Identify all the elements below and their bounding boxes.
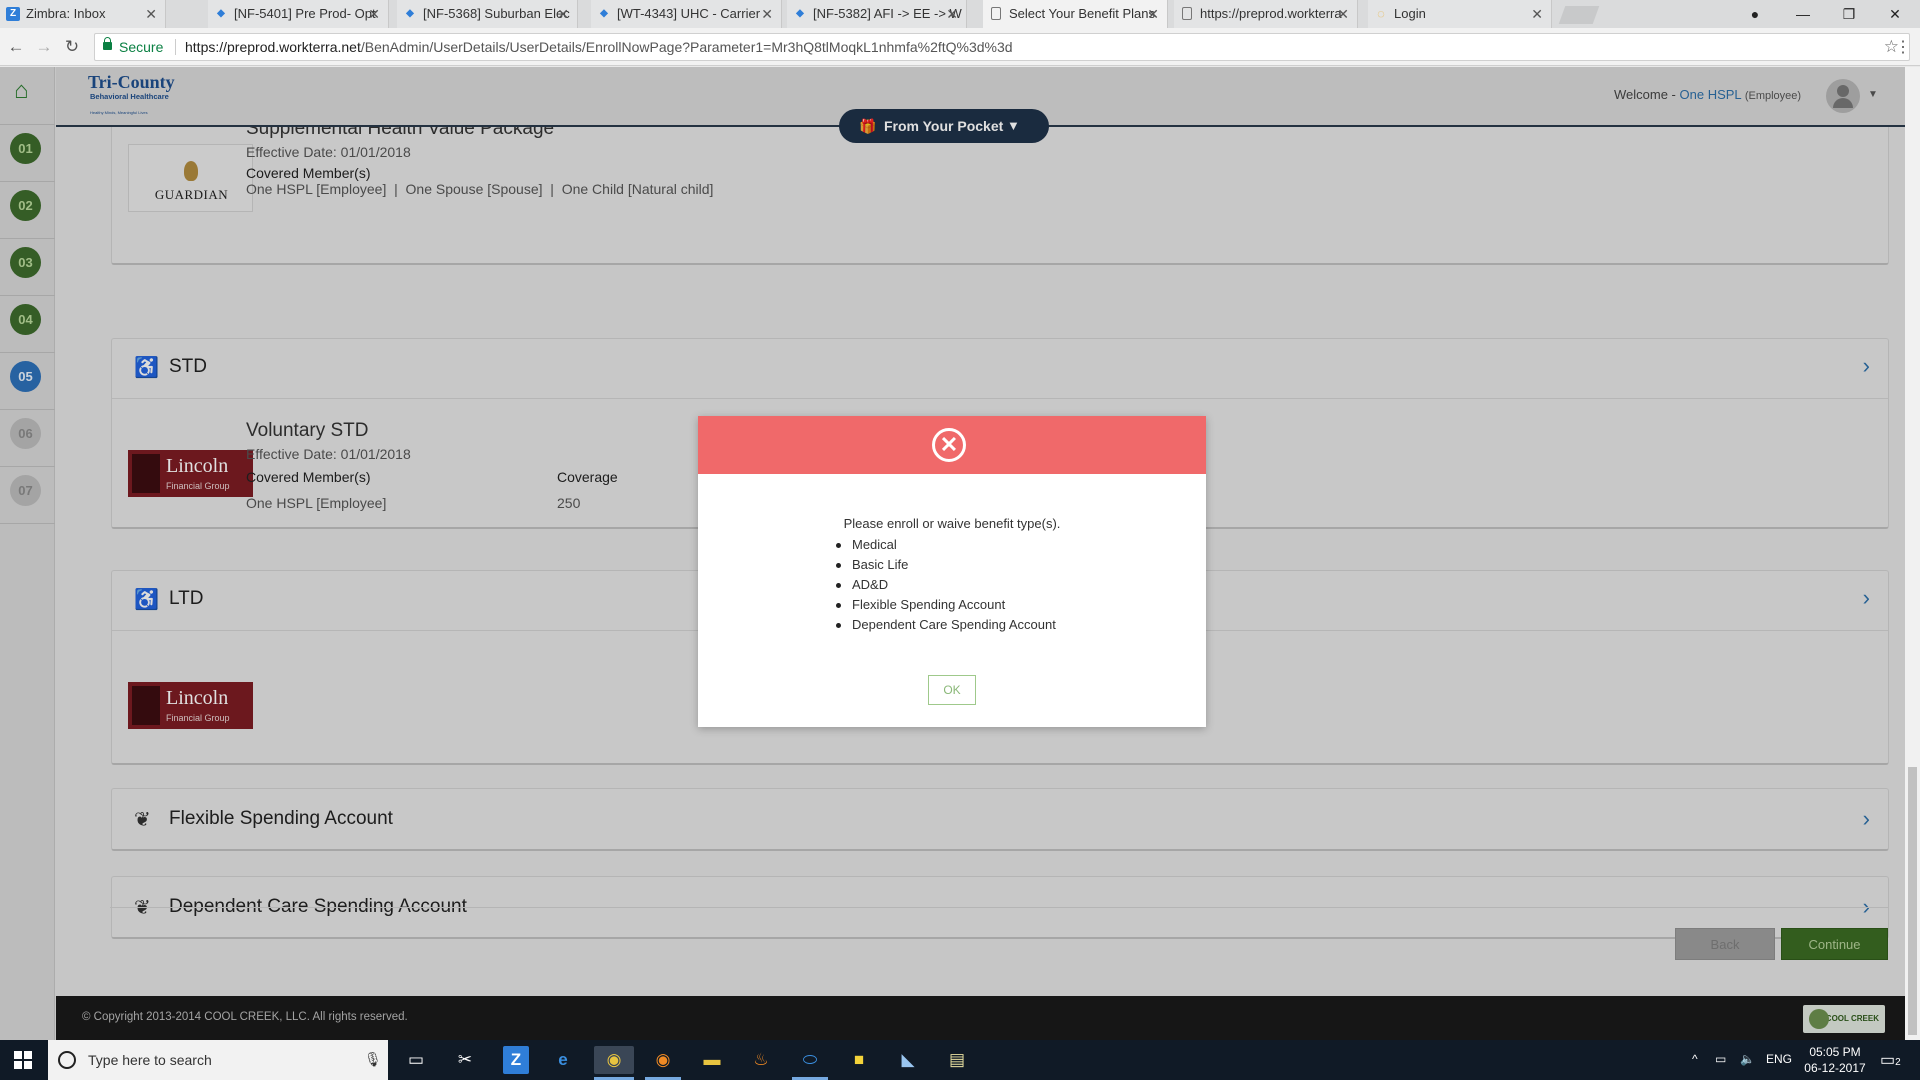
notification-count: 2 [1895,1057,1901,1068]
close-icon[interactable]: ✕ [946,0,958,28]
firefox-icon[interactable]: ◉ [643,1046,683,1074]
minimize-button[interactable]: — [1780,0,1826,28]
url-host: https://preprod.workterra.net [185,39,361,55]
list-item: Flexible Spending Account [836,595,1056,615]
reload-icon[interactable]: ↻ [62,37,82,57]
file-explorer-icon[interactable]: ▬ [692,1046,732,1074]
zimbra-app-icon[interactable]: Z [503,1046,529,1074]
search-placeholder: Type here to search [88,1052,212,1068]
tab-title: [NF-5401] Pre Prod- Opt [234,6,376,21]
clock-time: 05:05 PM [1809,1045,1861,1059]
browser-tab[interactable]: https://preprod.workterra ✕ [1174,0,1358,28]
taskbar-search-input[interactable]: Type here to search 🎙 [48,1040,388,1080]
browser-tab-strip: Z Zimbra: Inbox ✕ ◆ [NF-5401] Pre Prod- … [0,0,1920,28]
loading-icon: ◌ [1377,6,1385,21]
page-icon [1182,7,1192,20]
tab-title: [WT-4343] UHC - Carrier [617,6,761,21]
error-x-icon: ✕ [932,428,966,462]
windows-taskbar: Type here to search 🎙 ▭ ✂ Z e ◉ ◉ ▬ ♨ ⬭ … [0,1040,1920,1080]
edge-icon[interactable]: e [543,1046,583,1074]
url-field[interactable]: Secure https://preprod.workterra.net/Ben… [94,33,1910,61]
benefit-type-list: Medical Basic Life AD&D Flexible Spendin… [836,535,1056,635]
remote-app-icon[interactable]: ⬭ [790,1046,830,1074]
browser-tab[interactable]: Z Zimbra: Inbox ✕ [0,0,166,28]
ok-button[interactable]: OK [928,675,976,705]
vertical-scrollbar[interactable] [1905,67,1920,1040]
list-item: Dependent Care Spending Account [836,615,1056,635]
close-icon[interactable]: ✕ [1147,0,1159,28]
forward-arrow-icon[interactable]: → [34,37,54,57]
browser-tab[interactable]: ◆ [NF-5368] Suburban Elec ✕ [397,0,578,28]
flame-app-icon[interactable]: ♨ [741,1046,781,1074]
url-path: /BenAdmin/UserDetails/UserDetails/Enroll… [360,39,1013,55]
list-item: Medical [836,535,1056,555]
volume-icon[interactable]: 🔈 [1740,1052,1755,1066]
snipping-tool-icon[interactable]: ✂ [445,1046,485,1074]
close-icon[interactable]: ✕ [557,0,569,28]
tab-title: [NF-5382] AFI -> EE -> W [813,6,962,21]
back-arrow-icon[interactable]: ← [6,37,26,57]
list-item: Basic Life [836,555,1056,575]
chevron-up-icon[interactable]: ^ [1692,1052,1698,1066]
page-icon [991,7,1001,20]
url-text: https://preprod.workterra.net/BenAdmin/U… [185,34,1013,60]
close-window-button[interactable]: ✕ [1872,0,1918,28]
windows-start-icon[interactable] [14,1051,32,1069]
zimbra-icon: Z [6,7,20,21]
tab-title: Login [1394,6,1426,21]
browser-tab-active[interactable]: Select Your Benefit Plans ✕ [983,0,1168,28]
list-item: AD&D [836,575,1056,595]
close-icon[interactable]: ✕ [761,0,773,28]
restore-button[interactable]: ❐ [1826,0,1872,28]
secure-label: Secure [119,39,164,55]
menu-dots-icon[interactable]: ⋮ [1895,37,1911,57]
microphone-icon[interactable]: 🎙 [364,1051,382,1068]
tab-title: Zimbra: Inbox [26,6,106,21]
close-icon[interactable]: ✕ [145,0,157,28]
lock-icon [103,37,112,50]
close-icon[interactable]: ✕ [1531,0,1543,28]
tab-title: Select Your Benefit Plans [1009,6,1155,21]
divider [175,39,176,55]
chrome-icon[interactable]: ◉ [594,1046,634,1074]
task-view-icon[interactable]: ▭ [396,1046,436,1074]
notification-center-icon[interactable]: ▭2 [1880,1050,1901,1070]
alert-dialog: ✕ Please enroll or waive benefit type(s)… [698,416,1206,727]
clock-date: 06-12-2017 [1804,1061,1866,1075]
browser-tab[interactable]: ◌ Login ✕ [1368,0,1552,28]
jira-icon: ◆ [600,8,608,19]
sticky-notes-icon[interactable]: ■ [839,1046,879,1074]
system-clock[interactable]: 05:05 PM 06-12-2017 [1800,1044,1870,1076]
network-icon[interactable]: ▭ [1715,1052,1726,1066]
browser-tab[interactable]: ◆ [NF-5401] Pre Prod- Opt ✕ [208,0,389,28]
close-icon[interactable]: ✕ [1337,0,1349,28]
tab-title: https://preprod.workterra [1200,6,1342,21]
notebook-icon[interactable]: ◣ [888,1046,928,1074]
new-tab-button[interactable] [1558,6,1600,24]
browser-tab[interactable]: ◆ [WT-4343] UHC - Carrier ✕ [591,0,782,28]
tab-title: [NF-5368] Suburban Elec [423,6,570,21]
jira-icon: ◆ [796,8,804,19]
close-icon[interactable]: ✕ [368,0,380,28]
page-viewport: GUARDIAN Supplemental Health Value Packa… [0,67,1905,1040]
spreadsheet-icon[interactable]: ▤ [937,1046,977,1074]
jira-icon: ◆ [406,8,414,19]
cortana-circle-icon [58,1051,76,1069]
profile-icon[interactable]: ● [1732,0,1778,28]
dialog-header: ✕ [698,416,1206,474]
address-bar: ← → ↻ Secure https://preprod.workterra.n… [0,28,1920,66]
browser-tab[interactable]: ◆ [NF-5382] AFI -> EE -> W ✕ [787,0,967,28]
dialog-message: Please enroll or waive benefit type(s). [843,516,1061,531]
scrollbar-thumb[interactable] [1908,767,1917,1035]
jira-icon: ◆ [217,8,225,19]
language-indicator[interactable]: ENG [1766,1052,1792,1066]
